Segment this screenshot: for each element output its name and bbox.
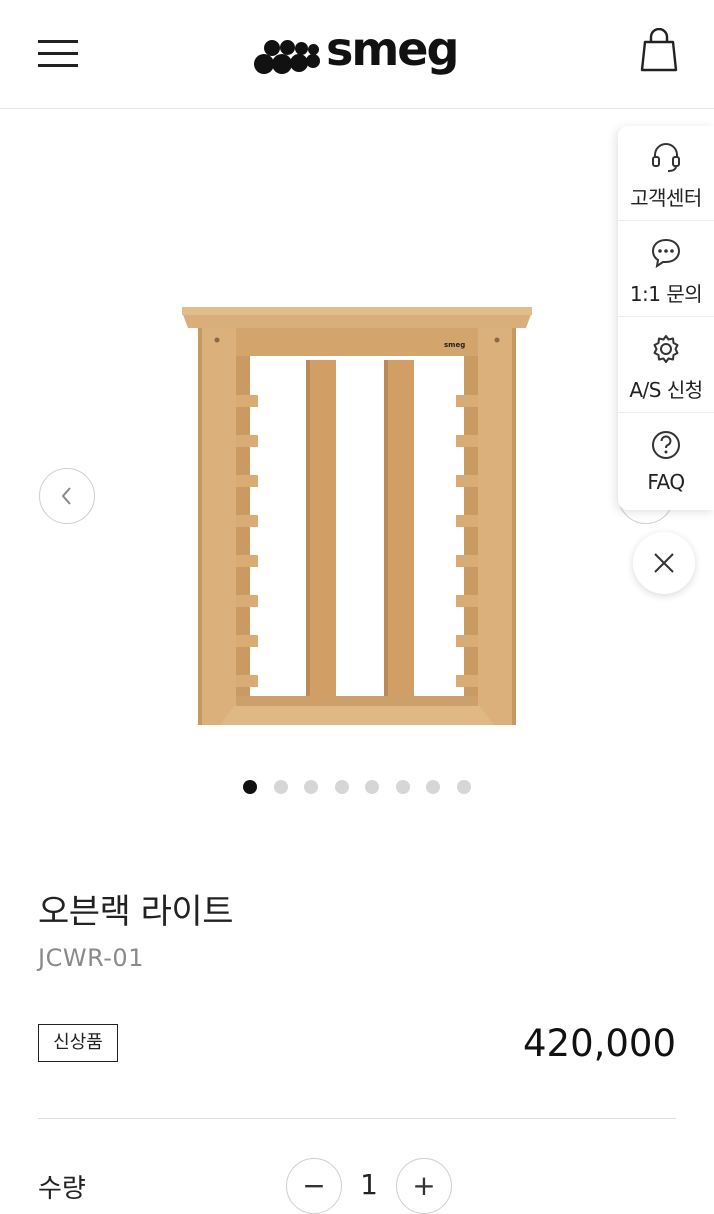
quantity-label: 수량 xyxy=(38,1174,86,1204)
side-item-label: FAQ xyxy=(647,470,685,494)
side-item-label: 1:1 문의 xyxy=(629,282,703,306)
pagination-dot[interactable] xyxy=(334,780,349,794)
top-header: smeg xyxy=(0,0,714,109)
oven-rack-image: smeg xyxy=(182,307,532,725)
pagination-dot[interactable] xyxy=(273,780,288,794)
chevron-left-icon xyxy=(61,487,71,505)
smeg-logo[interactable]: smeg xyxy=(254,22,464,78)
pagination-dot[interactable] xyxy=(365,780,379,794)
side-item-label: 고객센터 xyxy=(630,186,702,210)
customer-service-panel: 고객센터 1:1 문의 A/S 신청 FAQ xyxy=(618,126,714,510)
gallery-pagination xyxy=(243,780,483,796)
question-circle-icon xyxy=(652,431,680,459)
quantity-increase-button[interactable]: + xyxy=(396,1158,452,1214)
brand-name: smeg xyxy=(326,22,459,76)
pagination-dot[interactable] xyxy=(304,780,318,794)
new-product-badge: 신상품 xyxy=(38,1024,118,1062)
side-item-faq[interactable]: FAQ xyxy=(618,414,714,509)
close-panel-button[interactable] xyxy=(633,532,695,594)
minus-icon: − xyxy=(302,1169,326,1202)
close-icon xyxy=(654,553,674,573)
pagination-dot[interactable] xyxy=(456,780,471,794)
pagination-dot[interactable] xyxy=(243,780,257,794)
logo-dots xyxy=(254,36,329,76)
pagination-dot[interactable] xyxy=(395,780,410,794)
hamburger-menu-icon[interactable] xyxy=(38,38,80,68)
side-item-as-request[interactable]: A/S 신청 xyxy=(618,318,714,413)
side-item-label: A/S 신청 xyxy=(629,378,703,402)
pagination-dot[interactable] xyxy=(426,780,440,794)
headset-icon xyxy=(652,143,680,172)
section-divider xyxy=(38,1118,676,1119)
product-model-code: JCWR-01 xyxy=(38,944,144,972)
side-item-1on1-inquiry[interactable]: 1:1 문의 xyxy=(618,222,714,317)
chat-bubble-icon xyxy=(651,238,681,269)
product-price: 420,000 xyxy=(522,1022,676,1065)
product-title: 오븐랙 라이트 xyxy=(38,892,234,932)
plus-icon: + xyxy=(412,1169,436,1202)
product-gallery[interactable]: smeg xyxy=(0,110,714,830)
quantity-value: 1 xyxy=(360,1168,378,1201)
side-item-customer-center[interactable]: 고객센터 xyxy=(618,126,714,221)
shopping-bag-icon[interactable] xyxy=(640,27,678,74)
gear-icon xyxy=(653,335,679,363)
gallery-prev-button[interactable] xyxy=(39,468,95,524)
quantity-decrease-button[interactable]: − xyxy=(286,1158,342,1214)
rack-brand-mark: smeg xyxy=(444,341,465,349)
